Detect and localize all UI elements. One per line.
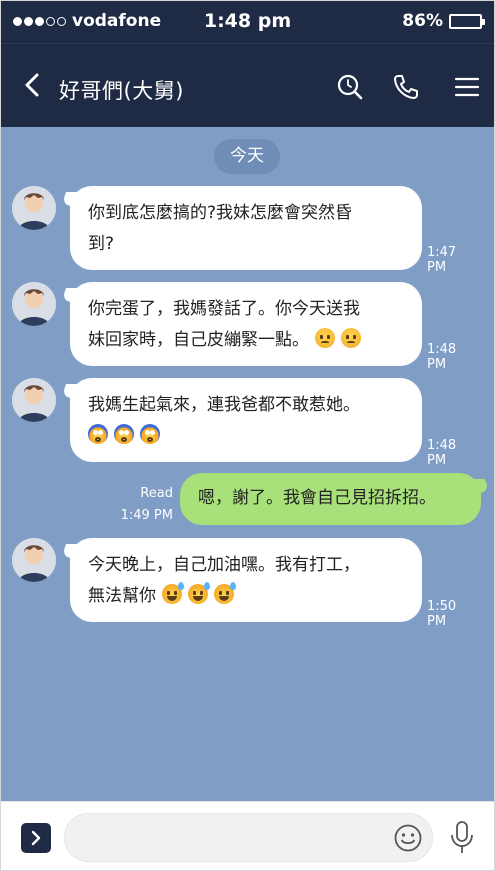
- message-time: 1:49 PM: [120, 508, 173, 523]
- message-time: 1:50 PM: [427, 599, 457, 629]
- battery-icon: [449, 13, 485, 29]
- chevron-left-icon[interactable]: [19, 70, 47, 100]
- message-line: 到?: [88, 234, 115, 254]
- message-line: 嗯，謝了。我會自己見招拆招。: [198, 488, 436, 508]
- message-line: 妹回家時，自己皮繃緊一點。: [88, 325, 406, 356]
- sweat-smile-icon: [188, 582, 210, 604]
- sad-face-icon: [341, 328, 361, 348]
- message-bubble[interactable]: 今天晚上，自己加油嘿。我有打工， 無法幫你: [70, 538, 422, 622]
- date-separator: 今天: [214, 139, 280, 174]
- message-line: [82, 421, 406, 452]
- message-line: 我媽生起氣來，連我爸都不敢惹她。: [88, 395, 360, 415]
- read-receipt: Read: [140, 486, 173, 501]
- status-bar: vodafone 1:48 pm 86%: [1, 1, 494, 43]
- message-input-container[interactable]: [64, 813, 433, 862]
- message-time: 1:48 PM: [427, 342, 457, 372]
- sweat-smile-icon: [214, 582, 236, 604]
- message-line: 你完蛋了，我媽發話了。你今天送我: [88, 299, 360, 319]
- shocked-face-icon: [140, 424, 160, 444]
- smiley-icon[interactable]: [393, 823, 423, 853]
- shocked-face-icon: [88, 424, 108, 444]
- message-time: 1:47 PM: [427, 245, 457, 275]
- avatar[interactable]: [12, 538, 56, 582]
- chevron-right-icon: [31, 830, 41, 846]
- message-list[interactable]: 今天 你到底怎麼搞的?我妹怎麼會突然昏 到? 1:47 PM 你完蛋了，我媽發話…: [1, 127, 494, 801]
- battery-group: 86%: [402, 11, 485, 31]
- message-bubble[interactable]: 嗯，謝了。我會自己見招拆招。: [180, 473, 481, 525]
- message-bubble[interactable]: 你到底怎麼搞的?我妹怎麼會突然昏 到?: [70, 186, 422, 270]
- sweat-smile-icon: [162, 582, 184, 604]
- shocked-face-icon: [114, 424, 134, 444]
- microphone-icon[interactable]: [449, 820, 475, 856]
- message-line: 無法幫你: [88, 581, 406, 612]
- search-icon[interactable]: [335, 72, 365, 102]
- message-line: 你到底怎麼搞的?我妹怎麼會突然昏: [88, 203, 353, 223]
- sad-face-icon: [315, 328, 335, 348]
- message-bubble[interactable]: 我媽生起氣來，連我爸都不敢惹她。: [70, 378, 422, 462]
- message-line: 今天晚上，自己加油嘿。我有打工，: [88, 555, 360, 575]
- chat-title: 好哥們(大舅): [59, 79, 184, 103]
- message-bubble[interactable]: 你完蛋了，我媽發話了。你今天送我 妹回家時，自己皮繃緊一點。: [70, 282, 422, 366]
- battery-percent: 86%: [402, 11, 443, 31]
- message-time: 1:48 PM: [427, 438, 457, 468]
- menu-icon[interactable]: [452, 72, 482, 102]
- avatar[interactable]: [12, 282, 56, 326]
- avatar[interactable]: [12, 186, 56, 230]
- chat-screen: vodafone 1:48 pm 86% 好哥們(大舅) 今天 你到底怎麼搞的?…: [0, 0, 495, 871]
- phone-icon[interactable]: [391, 72, 421, 102]
- avatar[interactable]: [12, 378, 56, 422]
- chat-header: 好哥們(大舅): [1, 43, 494, 127]
- expand-button[interactable]: [21, 823, 51, 853]
- message-input[interactable]: [83, 824, 383, 852]
- compose-bar: [1, 801, 494, 870]
